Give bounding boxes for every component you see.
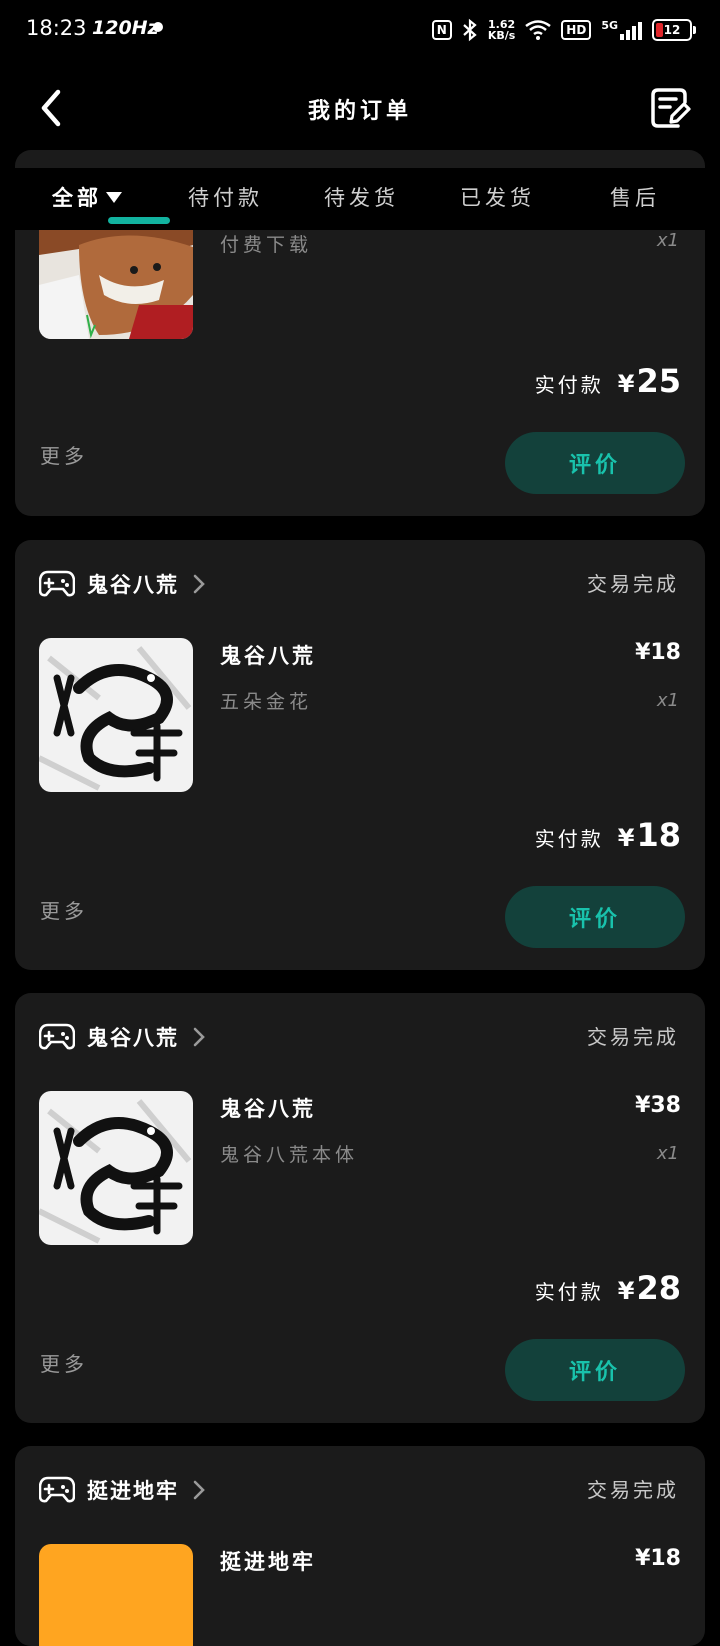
edit-note-icon: [651, 88, 691, 128]
net-speed: 1.62 KB/s: [487, 18, 516, 42]
chevron-right-icon: [193, 574, 205, 594]
notification-dot-icon: [153, 22, 163, 32]
signal-icon: [620, 20, 642, 40]
order-status: 交易完成: [587, 1025, 679, 1049]
game-art-image: [39, 638, 193, 792]
hd-icon: HD: [561, 20, 592, 40]
chevron-right-icon: [193, 1027, 205, 1047]
caret-down-icon: [106, 192, 122, 203]
store-link[interactable]: 鬼谷八荒: [39, 566, 205, 602]
product-variant: 付费下载: [220, 234, 313, 256]
app-header: 我的订单: [0, 60, 720, 160]
order-card: 挺进地牢 交易完成 挺进地牢 ¥18: [15, 1446, 705, 1646]
status-time: 18:23: [26, 16, 87, 40]
gamepad-icon: [39, 570, 75, 597]
wifi-icon: [525, 20, 552, 40]
status-icons: N 1.62 KB/s HD 5G 12: [431, 16, 696, 44]
product-variant: 鬼谷八荒本体: [220, 1144, 359, 1166]
more-link[interactable]: 更多: [40, 1348, 88, 1377]
store-name: 鬼谷八荒: [87, 573, 179, 597]
store-link[interactable]: 挺进地牢: [39, 1472, 205, 1508]
review-button[interactable]: 评价: [505, 1339, 685, 1401]
network-type: 5G: [601, 18, 618, 32]
paid-total: 实付款 ¥ 25: [534, 362, 681, 400]
paid-total: 实付款 ¥ 28: [534, 1269, 681, 1307]
store-name: 挺进地牢: [87, 1479, 179, 1503]
product-title: 鬼谷八荒: [220, 644, 316, 668]
product-price: ¥18: [635, 1546, 681, 1571]
status-bar: 18:23 120Hz N 1.62 KB/s HD 5G 12: [0, 0, 720, 60]
more-link[interactable]: 更多: [40, 895, 88, 924]
paid-total: 实付款 ¥ 18: [534, 816, 681, 854]
tab-active-indicator: [108, 217, 170, 224]
battery-icon: 12: [652, 19, 696, 41]
product-price: ¥18: [635, 640, 681, 665]
refresh-rate: 120Hz: [92, 17, 159, 39]
product-thumbnail[interactable]: [39, 638, 193, 792]
product-title: 鬼谷八荒: [220, 1097, 316, 1121]
product-title: 挺进地牢: [220, 1550, 316, 1574]
game-art-image: [39, 1091, 193, 1245]
order-tabs: 全部 待付款 待发货 已发货 售后: [0, 168, 720, 230]
product-quantity: x1: [656, 230, 679, 251]
more-link[interactable]: 更多: [40, 440, 88, 469]
chevron-right-icon: [193, 1480, 205, 1500]
product-quantity: x1: [656, 690, 679, 711]
order-card: 鬼谷八荒 交易完成 鬼谷八荒 ¥38 鬼谷八荒本体 x1 实付款 ¥ 28 更多…: [15, 993, 705, 1423]
order-status: 交易完成: [587, 1478, 679, 1502]
product-thumbnail[interactable]: [39, 1544, 193, 1646]
tab-all[interactable]: 全部: [52, 182, 170, 224]
review-button[interactable]: 评价: [505, 432, 685, 494]
tab-pending-payment[interactable]: 待付款: [188, 182, 263, 212]
order-card: 鬼谷八荒 交易完成 鬼谷八荒 ¥18 五朵金花 x1 实付款 ¥ 18 更多 评…: [15, 540, 705, 970]
nfc-icon: N: [431, 20, 452, 40]
bluetooth-icon: [463, 18, 477, 42]
tab-after-sales[interactable]: 售后: [610, 182, 660, 212]
order-status: 交易完成: [587, 572, 679, 596]
page-title: 我的订单: [307, 99, 412, 124]
gamepad-icon: [39, 1476, 75, 1503]
tab-shipped[interactable]: 已发货: [460, 182, 535, 212]
store-name: 鬼谷八荒: [87, 1026, 179, 1050]
product-price: ¥38: [635, 1093, 681, 1118]
store-link[interactable]: 鬼谷八荒: [39, 1019, 205, 1055]
tab-pending-shipment[interactable]: 待发货: [324, 182, 399, 212]
review-button[interactable]: 评价: [505, 886, 685, 948]
gamepad-icon: [39, 1023, 75, 1050]
product-variant: 五朵金花: [220, 691, 313, 713]
edit-order-button[interactable]: [648, 86, 692, 130]
product-quantity: x1: [656, 1143, 679, 1164]
product-thumbnail[interactable]: [39, 1091, 193, 1245]
